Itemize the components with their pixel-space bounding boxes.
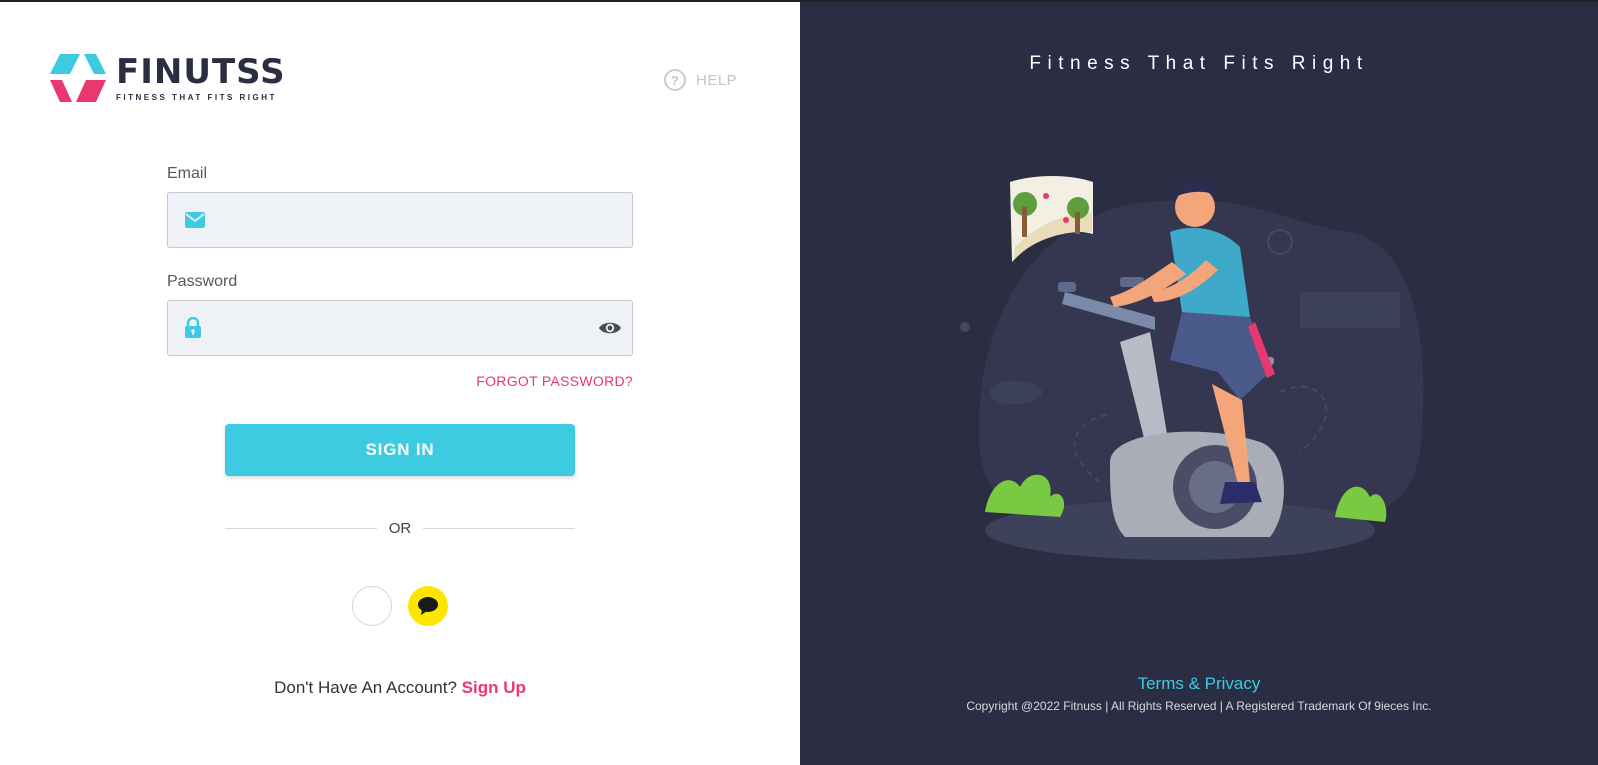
terms-privacy-link[interactable]: Terms & Privacy (800, 674, 1598, 694)
exercise-bike-illustration (960, 176, 1424, 560)
password-input[interactable] (168, 301, 632, 355)
logo-mark-icon (50, 54, 106, 102)
signup-prompt: Don't Have An Account? (274, 678, 457, 697)
lock-icon (185, 317, 201, 338)
brand-logo[interactable]: FINUTSS FITNESS THAT FITS RIGHT (50, 52, 286, 104)
question-circle-icon: ? (664, 69, 686, 91)
mail-icon (185, 212, 205, 228)
divider-line-right (423, 528, 575, 529)
password-field-wrapper (167, 300, 633, 356)
social-login-button-blank[interactable] (352, 586, 392, 626)
sign-up-link[interactable]: Sign Up (462, 678, 526, 697)
help-label: HELP (696, 71, 738, 89)
or-divider: OR (225, 520, 575, 537)
sign-in-button[interactable]: SIGN IN (225, 424, 575, 476)
kakao-login-button[interactable] (408, 586, 448, 626)
kakao-chat-icon (418, 597, 438, 615)
promo-panel: Fitness That Fits Right Terms & Privacy … (800, 2, 1598, 765)
copyright-text: Copyright @2022 Fitnuss | All Rights Res… (966, 699, 1432, 713)
login-panel: FINUTSS FITNESS THAT FITS RIGHT ? HELP E… (0, 2, 800, 765)
eye-icon[interactable] (598, 320, 622, 336)
brand-tagline: FITNESS THAT FITS RIGHT (116, 92, 277, 102)
slogan-heading: Fitness That Fits Right (1029, 53, 1369, 74)
email-label: Email (167, 165, 208, 182)
email-input[interactable] (168, 193, 632, 247)
email-field-wrapper (167, 192, 633, 248)
signup-row: Don't Have An Account? Sign Up (0, 678, 800, 698)
password-label: Password (167, 273, 238, 290)
forgot-password-link[interactable]: FORGOT PASSWORD? (474, 373, 633, 389)
help-link[interactable]: ? HELP (664, 69, 737, 91)
divider-line-left (225, 528, 377, 529)
brand-name: FINUTSS (116, 51, 286, 92)
or-label: OR (388, 520, 412, 537)
